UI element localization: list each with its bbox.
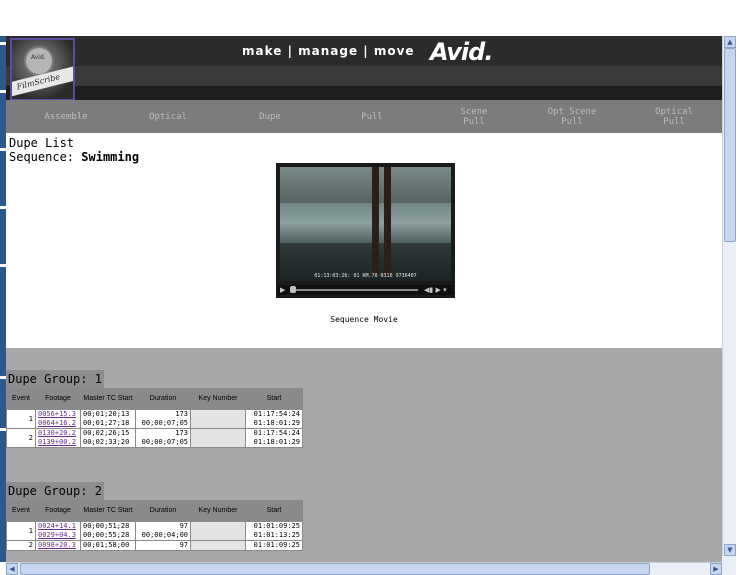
video-frame: 01:13:03:26: 01 KM.70 0316 9736407 xyxy=(280,167,451,281)
group-title: Dupe Group: 2 xyxy=(6,482,104,500)
footage-link[interactable]: 0029+04.3 xyxy=(38,531,78,540)
nav-dupe[interactable]: Dupe xyxy=(220,100,320,133)
sequence-name: Swimming xyxy=(81,150,140,164)
play-icon[interactable]: ▶ xyxy=(280,286,285,294)
nav-opt-scene-pull[interactable]: Opt Scene Pull xyxy=(522,100,622,133)
scroll-right-icon[interactable]: ▶ xyxy=(710,563,722,575)
report-header-area: Dupe List Sequence: Swimming 01:13:03:26… xyxy=(6,133,722,383)
player-scrubber[interactable] xyxy=(292,289,418,291)
footage-link[interactable]: 0056+15.3 xyxy=(38,410,78,419)
sequence-line: Sequence: Swimming xyxy=(9,150,140,164)
dupe-table: Event Footage Master TC Start Duration K… xyxy=(6,388,303,448)
vertical-scroll-thumb[interactable] xyxy=(724,48,736,242)
report-title: Dupe List xyxy=(9,136,75,150)
scroll-down-icon[interactable]: ▼ xyxy=(724,544,736,556)
nav-scene-pull[interactable]: Scene Pull xyxy=(424,100,524,133)
volume-icon[interactable]: ◀▮ ▶ ▾ xyxy=(424,286,447,294)
window-top-strip xyxy=(0,0,740,36)
footage-link[interactable]: 0139+00.2 xyxy=(38,438,78,447)
page-viewport: Avid. FilmScribe make | manage | move Av… xyxy=(6,36,722,562)
footage-link[interactable]: 0024+14.1 xyxy=(38,522,78,531)
nav-optical-pull[interactable]: Optical Pull xyxy=(626,100,722,133)
movie-caption: Sequence Movie xyxy=(330,315,398,324)
table-row: 1 0024+14.1 0029+04.3 00;00;51;28 00;00;55… xyxy=(6,521,303,541)
scroll-left-icon[interactable]: ◀ xyxy=(6,563,18,575)
player-controls: ▶ ◀▮ ▶ ▾ xyxy=(278,285,453,295)
nav-optical[interactable]: Optical xyxy=(118,100,218,133)
footage-link[interactable]: 0098+20.3 xyxy=(38,541,78,550)
horizontal-scrollbar[interactable]: ◀ ▶ xyxy=(6,562,722,575)
table-header: Event Footage Master TC Start Duration K… xyxy=(6,388,303,410)
horizontal-scroll-thumb[interactable] xyxy=(20,563,650,575)
header-band xyxy=(6,86,722,100)
report-nav: Assemble Optical Dupe Pull Scene Pull Opt… xyxy=(6,100,722,133)
dupe-table: Event Footage Master TC Start Duration K… xyxy=(6,500,303,551)
vertical-scrollbar[interactable]: ▲ ▼ xyxy=(722,36,736,556)
table-header: Event Footage Master TC Start Duration K… xyxy=(6,500,303,522)
nav-pull[interactable]: Pull xyxy=(322,100,422,133)
avid-logo: Avid. xyxy=(430,38,493,66)
dupe-group-2: Dupe Group: 2 Event Footage Master TC St… xyxy=(6,480,303,551)
footage-link[interactable]: 0130+20.2 xyxy=(38,429,78,438)
nav-assemble[interactable]: Assemble xyxy=(16,100,116,133)
sequence-movie-player[interactable]: 01:13:03:26: 01 KM.70 0316 9736407 ▶ ◀▮ … xyxy=(276,163,455,298)
burned-in-timecode: 01:13:03:26: 01 KM.70 0316 9736407 xyxy=(314,273,417,279)
scroll-up-icon[interactable]: ▲ xyxy=(724,36,736,48)
table-row: 1 0056+15.3 0064+16.2 00;01;20;13 00;01;27… xyxy=(6,409,303,429)
tagline: make | manage | move xyxy=(242,44,415,58)
dupe-group-1: Dupe Group: 1 Event Footage Master TC St… xyxy=(6,368,303,448)
dupe-groups-area: Dupe Group: 1 Event Footage Master TC St… xyxy=(6,348,722,562)
footage-link[interactable]: 0064+16.2 xyxy=(38,419,78,428)
scrubber-handle[interactable] xyxy=(290,286,296,293)
scrollbar-corner xyxy=(722,556,736,575)
table-row: 2 0098+20.3 00;01;58;00 97 01:01:09:25 xyxy=(6,540,303,551)
group-title: Dupe Group: 1 xyxy=(6,370,104,388)
filmscribe-logo: Avid. FilmScribe xyxy=(10,38,75,101)
header-band xyxy=(6,66,722,86)
table-row: 2 0130+20.2 0139+00.2 00;02;26;15 00;02;33… xyxy=(6,428,303,448)
